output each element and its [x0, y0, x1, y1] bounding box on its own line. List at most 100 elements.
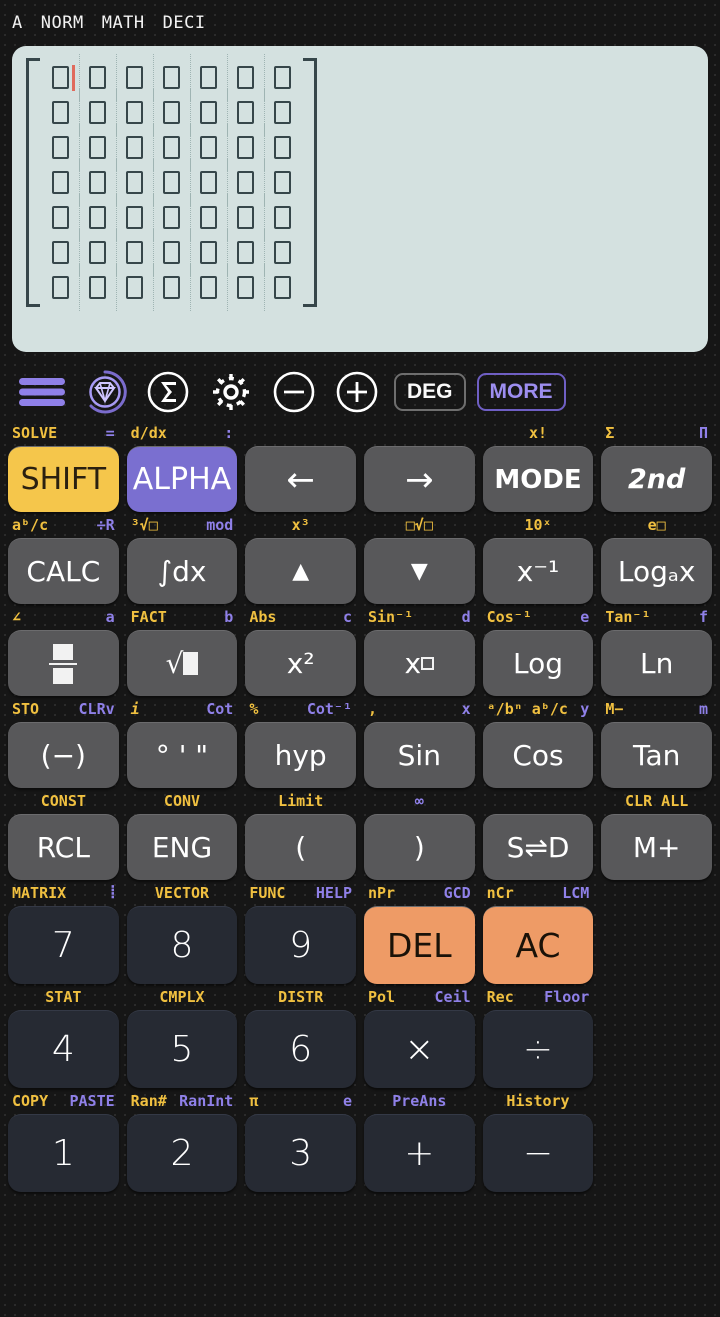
key-cos[interactable]: Cos — [482, 722, 594, 788]
more-button[interactable]: MORE — [476, 373, 566, 411]
key-blank[interactable]: ▼ — [363, 538, 475, 604]
key-7[interactable]: 7 — [8, 906, 119, 984]
matrix-cell[interactable] — [227, 124, 264, 171]
matrix-cell[interactable] — [79, 229, 116, 276]
key-blank[interactable]: (−) — [8, 722, 119, 788]
matrix-cell[interactable] — [153, 159, 190, 206]
key-blank[interactable]: ( — [245, 814, 356, 880]
key-calc[interactable]: CALC — [8, 538, 119, 604]
matrix-cell[interactable] — [79, 264, 116, 311]
key-blank[interactable]: ) — [363, 814, 475, 880]
calculator-display[interactable] — [12, 46, 708, 352]
key-blank[interactable]: + — [363, 1114, 475, 1192]
matrix-cell[interactable] — [42, 200, 79, 235]
matrix-cell[interactable] — [79, 159, 116, 206]
key-2[interactable]: 2 — [126, 1114, 238, 1192]
key-blank[interactable]: ▲ — [245, 538, 356, 604]
key-m[interactable]: M+ — [601, 814, 712, 880]
key-ln[interactable]: Ln — [601, 630, 712, 696]
key-hyp[interactable]: hyp — [245, 722, 356, 788]
angle-mode-button[interactable]: DEG — [394, 373, 466, 411]
matrix-cell[interactable] — [42, 130, 79, 165]
matrix-cell[interactable] — [116, 89, 153, 136]
key-rcl[interactable]: RCL — [8, 814, 119, 880]
matrix-cell[interactable] — [153, 54, 190, 101]
key-5[interactable]: 5 — [126, 1010, 238, 1088]
key-mode[interactable]: MODE — [482, 446, 594, 512]
key-del[interactable]: DEL — [363, 906, 475, 984]
key-sin[interactable]: Sin — [363, 722, 475, 788]
matrix-cell[interactable] — [116, 54, 153, 101]
key-alpha[interactable]: ALPHA — [126, 446, 238, 512]
key-blank[interactable]: → — [363, 446, 475, 512]
matrix-cell[interactable] — [190, 194, 227, 241]
matrix-cell[interactable] — [264, 54, 301, 101]
matrix-cell[interactable] — [42, 95, 79, 130]
matrix-cell[interactable] — [42, 270, 79, 305]
matrix-cell[interactable] — [116, 264, 153, 311]
key-4[interactable]: 4 — [8, 1010, 119, 1088]
matrix-cell[interactable] — [42, 235, 79, 270]
key-dx[interactable]: ∫dx — [126, 538, 238, 604]
plus-circle-icon[interactable] — [331, 370, 383, 414]
key-log[interactable]: Log — [482, 630, 594, 696]
matrix-cell[interactable] — [116, 159, 153, 206]
gem-icon[interactable] — [79, 370, 131, 414]
matrix-cell[interactable] — [227, 264, 264, 311]
key-6[interactable]: 6 — [245, 1010, 356, 1088]
matrix-cell-grid[interactable] — [40, 54, 303, 311]
key-blank[interactable]: ÷ — [482, 1010, 594, 1088]
matrix-cell[interactable] — [264, 264, 301, 311]
matrix-cell[interactable] — [227, 194, 264, 241]
key-x[interactable]: x — [363, 630, 475, 696]
key-x[interactable]: x² — [245, 630, 356, 696]
key-tan[interactable]: Tan — [601, 722, 712, 788]
matrix-cell[interactable] — [79, 194, 116, 241]
matrix-cell[interactable] — [79, 89, 116, 136]
matrix-cell[interactable] — [42, 60, 79, 95]
minus-circle-icon[interactable] — [268, 370, 320, 414]
key-s-d[interactable]: S⇌D — [482, 814, 594, 880]
matrix-cell[interactable] — [116, 194, 153, 241]
matrix-cell[interactable] — [190, 159, 227, 206]
key-blank[interactable]: × — [363, 1010, 475, 1088]
key-shift[interactable]: SHIFT — [8, 446, 119, 512]
matrix-cell[interactable] — [190, 54, 227, 101]
matrix-input[interactable] — [26, 54, 317, 311]
matrix-cell[interactable] — [42, 165, 79, 200]
key-9[interactable]: 9 — [245, 906, 356, 984]
matrix-cell[interactable] — [153, 229, 190, 276]
matrix-cell[interactable] — [264, 124, 301, 171]
key-blank[interactable]: √ — [126, 630, 238, 696]
key-blank[interactable]: ← — [245, 446, 356, 512]
matrix-cell[interactable] — [227, 54, 264, 101]
matrix-cell[interactable] — [190, 229, 227, 276]
key-3[interactable]: 3 — [245, 1114, 356, 1192]
matrix-cell[interactable] — [190, 89, 227, 136]
matrix-cell[interactable] — [153, 124, 190, 171]
menu-icon[interactable] — [16, 370, 68, 414]
matrix-cell[interactable] — [227, 229, 264, 276]
matrix-cell[interactable] — [264, 159, 301, 206]
matrix-cell[interactable] — [153, 264, 190, 311]
key-1[interactable]: 1 — [8, 1114, 119, 1192]
matrix-cell[interactable] — [227, 89, 264, 136]
key-blank[interactable]: − — [482, 1114, 594, 1192]
key-log-x[interactable]: Logₐx — [601, 538, 712, 604]
key-ac[interactable]: AC — [482, 906, 594, 984]
matrix-cell[interactable] — [264, 229, 301, 276]
gear-icon[interactable] — [205, 370, 257, 414]
key-fraction[interactable] — [8, 630, 119, 696]
matrix-cell[interactable] — [190, 124, 227, 171]
matrix-cell[interactable] — [227, 159, 264, 206]
key-2nd[interactable]: 2nd — [601, 446, 712, 512]
matrix-cell[interactable] — [264, 194, 301, 241]
matrix-cell[interactable] — [153, 194, 190, 241]
matrix-cell[interactable] — [190, 264, 227, 311]
key-blank[interactable]: ° ' " — [126, 722, 238, 788]
matrix-cell[interactable] — [79, 124, 116, 171]
sigma-icon[interactable] — [142, 370, 194, 414]
matrix-cell[interactable] — [79, 54, 116, 101]
key-x[interactable]: x⁻¹ — [482, 538, 594, 604]
key-eng[interactable]: ENG — [126, 814, 238, 880]
